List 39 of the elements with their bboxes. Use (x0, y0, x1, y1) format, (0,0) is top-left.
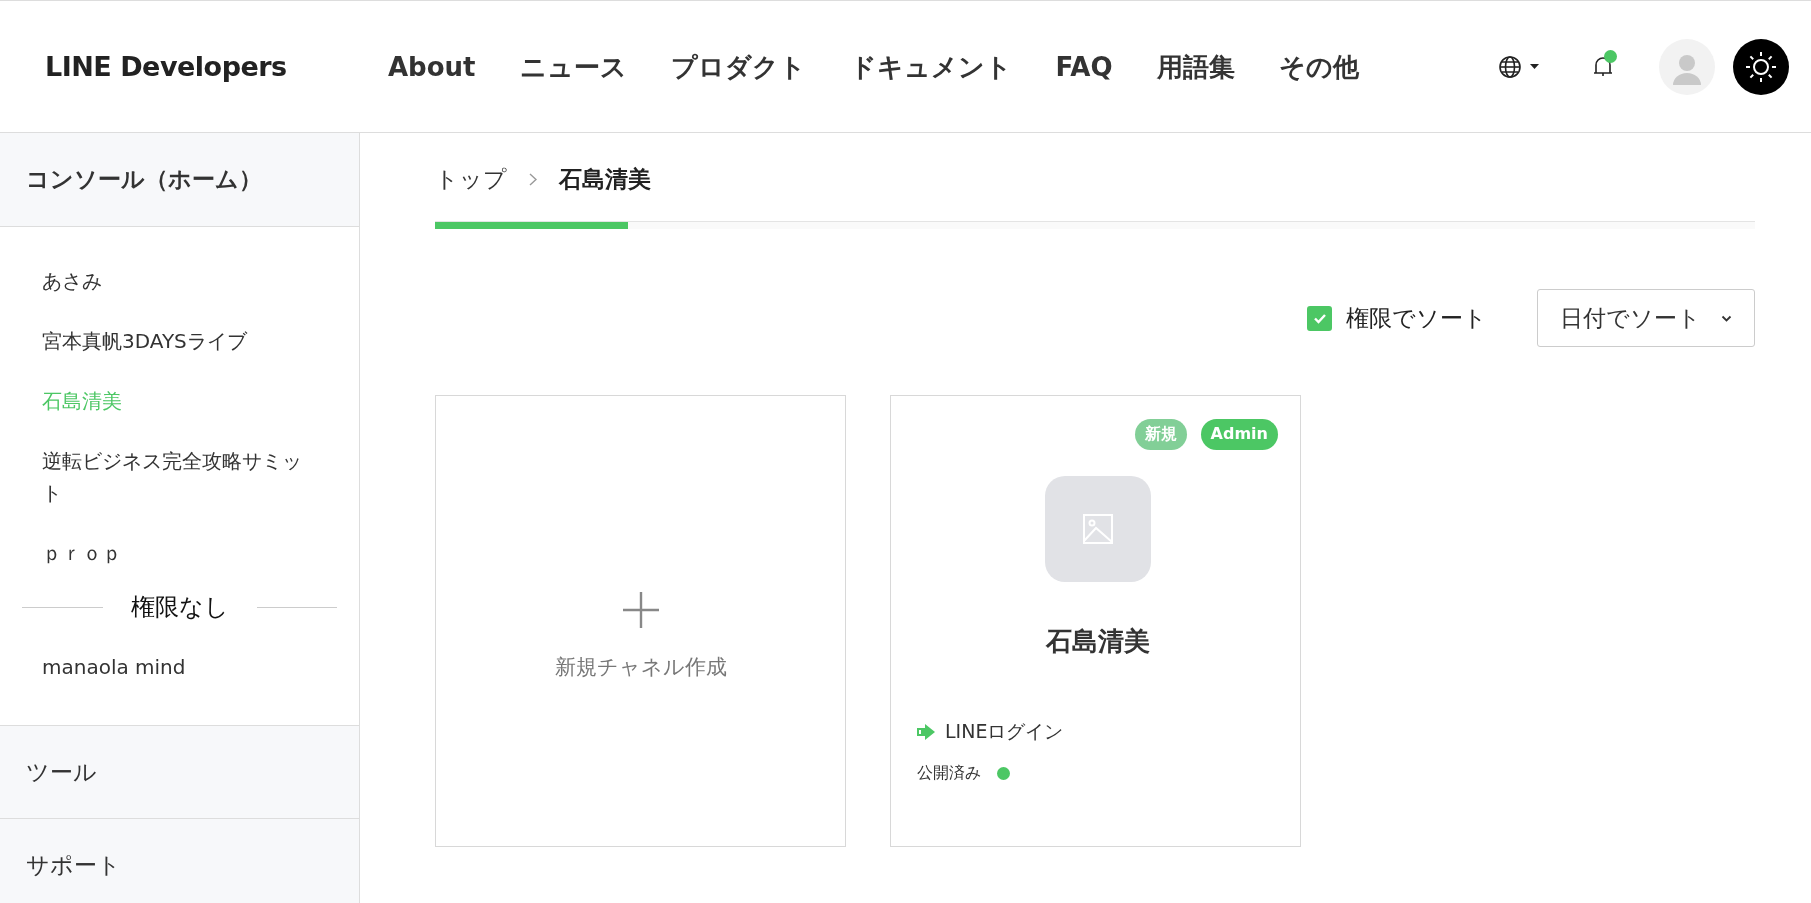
status-label: 公開済み (917, 763, 981, 784)
section-divider-label: 権限なし (130, 592, 229, 623)
image-icon (1081, 513, 1114, 545)
globe-icon (1498, 54, 1522, 79)
nav-link[interactable]: About (388, 49, 476, 84)
nav-link[interactable]: FAQ (1055, 49, 1113, 84)
breadcrumb-item: 石島清美 (559, 164, 651, 194)
nav-link[interactable]: ドキュメント (849, 49, 1012, 84)
sidebar-item[interactable]: 逆転ビジネス完全攻略サミット (22, 445, 337, 509)
sidebar-title[interactable]: コンソール（ホーム） (0, 133, 359, 227)
channel-badge: Admin (1200, 419, 1278, 450)
new-channel-card[interactable]: 新規チャネル作成 (435, 395, 846, 847)
chevron-down-icon (1721, 314, 1732, 322)
sidebar-item[interactable]: ｐｒｏｐ (22, 537, 337, 569)
language-button[interactable] (1498, 54, 1539, 79)
channel-name: 石島清美 (1045, 625, 1150, 658)
channel-badge: 新規 (1134, 419, 1187, 450)
checkbox[interactable] (1307, 305, 1332, 331)
nav-link[interactable]: 用語集 (1156, 49, 1235, 84)
channel-type: LINEログイン (945, 719, 1064, 744)
nav-link[interactable]: その他 (1278, 49, 1359, 84)
check-icon (1312, 312, 1327, 324)
login-arrow-icon (917, 724, 935, 740)
site-logo[interactable]: LINE Developers (45, 51, 388, 82)
sidebar-item[interactable]: あさみ (22, 265, 337, 297)
sidebar-item[interactable]: manaola mind (22, 651, 337, 683)
nav-link[interactable]: プロダクト (670, 49, 806, 84)
sun-icon (1745, 50, 1777, 83)
nav-link[interactable]: ニュース (519, 49, 627, 84)
chevron-right-icon (529, 172, 537, 186)
sidebar-section[interactable]: ツール (0, 726, 359, 819)
sidebar-item[interactable]: 宮本真帆3DAYSライブ (22, 325, 337, 357)
caret-icon (1530, 64, 1539, 69)
checkbox-label: 権限でソート (1346, 303, 1487, 333)
sidebar-section[interactable]: サポート (0, 819, 359, 903)
channel-card[interactable]: 新規 Admin 石島清美 LINEログイン 公開済み (890, 395, 1301, 847)
breadcrumb-item[interactable]: トップ (435, 163, 507, 195)
sort-dropdown[interactable]: 日付でソート (1537, 289, 1755, 347)
plus-icon (621, 591, 660, 629)
